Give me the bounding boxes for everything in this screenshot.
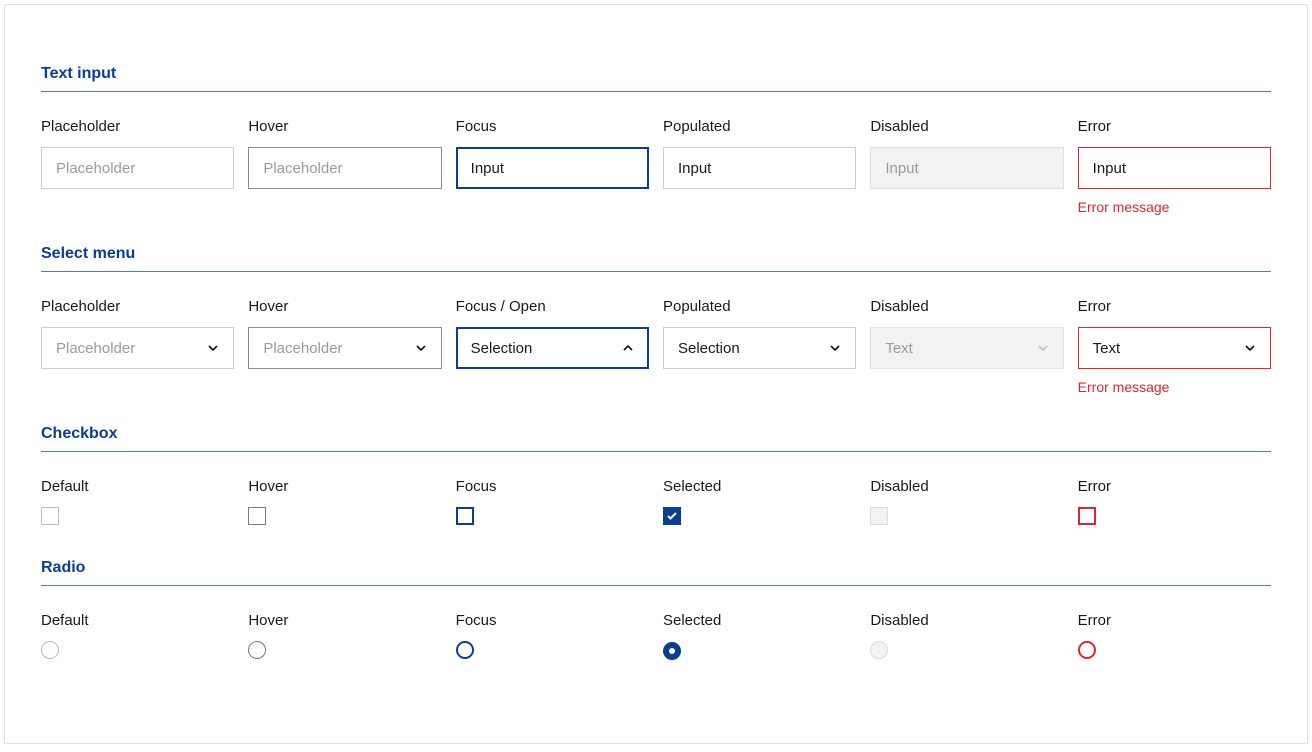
state-label: Error [1078,298,1271,315]
select-disabled: Text [870,327,1063,369]
select-text: Text [885,340,1036,357]
radio-selected[interactable] [663,642,681,660]
state-label: Hover [248,118,441,135]
radio-hover-col: Hover [248,612,441,663]
radio-focus[interactable] [456,641,474,659]
checkbox-selected-col: Selected [663,478,856,529]
radio-error-col: Error [1078,612,1271,663]
text-input-error-message: Error message [1078,199,1271,215]
checkbox-focus-col: Focus [456,478,649,529]
state-label: Placeholder [41,118,234,135]
radio-disabled [870,641,888,659]
radio-default-col: Default [41,612,234,663]
chevron-down-icon [829,342,841,354]
radio-error[interactable] [1078,641,1096,659]
state-label: Selected [663,612,856,629]
radio-focus-col: Focus [456,612,649,663]
state-label: Error [1078,478,1271,495]
radio-heading: Radio [41,559,1271,577]
text-input-error-col: Error Error message [1078,118,1271,215]
checkbox-heading: Checkbox [41,425,1271,443]
state-label: Default [41,612,234,629]
state-label: Disabled [870,612,1063,629]
select-hover[interactable]: Placeholder [248,327,441,369]
select-error-col: Error Text Error message [1078,298,1271,395]
state-label: Disabled [870,118,1063,135]
select-menu-divider [41,271,1271,272]
select-text: Placeholder [56,340,207,357]
state-label: Selected [663,478,856,495]
state-label: Populated [663,118,856,135]
state-label: Disabled [870,298,1063,315]
select-text: Placeholder [263,340,414,357]
chevron-down-icon [415,342,427,354]
select-menu-heading: Select menu [41,245,1271,263]
select-error[interactable]: Text [1078,327,1271,369]
state-label: Focus / Open [456,298,649,315]
checkbox-error[interactable] [1078,507,1096,525]
chevron-down-icon [1244,342,1256,354]
state-label: Focus [456,118,649,135]
select-populated-col: Populated Selection [663,298,856,395]
state-label: Error [1078,118,1271,135]
text-input-error[interactable] [1078,147,1271,189]
text-input-populated-col: Populated [663,118,856,215]
select-menu-row: Placeholder Placeholder Hover Placeholde… [41,298,1271,395]
select-text: Selection [471,340,622,357]
text-input-populated[interactable] [663,147,856,189]
checkbox-disabled [870,507,888,525]
text-input-hover[interactable] [248,147,441,189]
checkbox-selected[interactable] [663,507,681,525]
state-label: Hover [248,298,441,315]
radio-divider [41,585,1271,586]
chevron-up-icon [622,342,634,354]
checkbox-focus[interactable] [456,507,474,525]
text-input-heading: Text input [41,65,1271,83]
state-label: Populated [663,298,856,315]
select-text: Selection [678,340,829,357]
select-focus-open[interactable]: Selection [456,327,649,369]
state-label: Focus [456,478,649,495]
radio-hover[interactable] [248,641,266,659]
select-placeholder[interactable]: Placeholder [41,327,234,369]
select-error-message: Error message [1078,379,1271,395]
checkbox-disabled-col: Disabled [870,478,1063,529]
select-populated[interactable]: Selection [663,327,856,369]
select-text: Text [1093,340,1244,357]
state-label: Disabled [870,478,1063,495]
text-input-focus-col: Focus [456,118,649,215]
text-input-placeholder[interactable] [41,147,234,189]
state-label: Hover [248,612,441,629]
select-placeholder-col: Placeholder Placeholder [41,298,234,395]
checkbox-divider [41,451,1271,452]
state-label: Focus [456,612,649,629]
checkbox-row: Default Hover Focus Selected Disabled Er… [41,478,1271,529]
text-input-placeholder-col: Placeholder [41,118,234,215]
checkbox-hover[interactable] [248,507,266,525]
state-label: Placeholder [41,298,234,315]
radio-disabled-col: Disabled [870,612,1063,663]
checkbox-error-col: Error [1078,478,1271,529]
state-label: Hover [248,478,441,495]
text-input-disabled [870,147,1063,189]
text-input-focus[interactable] [456,147,649,189]
radio-selected-col: Selected [663,612,856,663]
text-input-row: Placeholder Hover Focus Populated Disabl… [41,118,1271,215]
checkbox-default[interactable] [41,507,59,525]
form-states-spec: Text input Placeholder Hover Focus Popul… [4,4,1308,744]
radio-row: Default Hover Focus Selected Disabled Er… [41,612,1271,663]
select-focus-col: Focus / Open Selection [456,298,649,395]
text-input-disabled-col: Disabled [870,118,1063,215]
radio-default[interactable] [41,641,59,659]
state-label: Default [41,478,234,495]
text-input-hover-col: Hover [248,118,441,215]
state-label: Error [1078,612,1271,629]
select-hover-col: Hover Placeholder [248,298,441,395]
text-input-divider [41,91,1271,92]
chevron-down-icon [1037,342,1049,354]
select-disabled-col: Disabled Text [870,298,1063,395]
chevron-down-icon [207,342,219,354]
checkbox-default-col: Default [41,478,234,529]
checkbox-hover-col: Hover [248,478,441,529]
